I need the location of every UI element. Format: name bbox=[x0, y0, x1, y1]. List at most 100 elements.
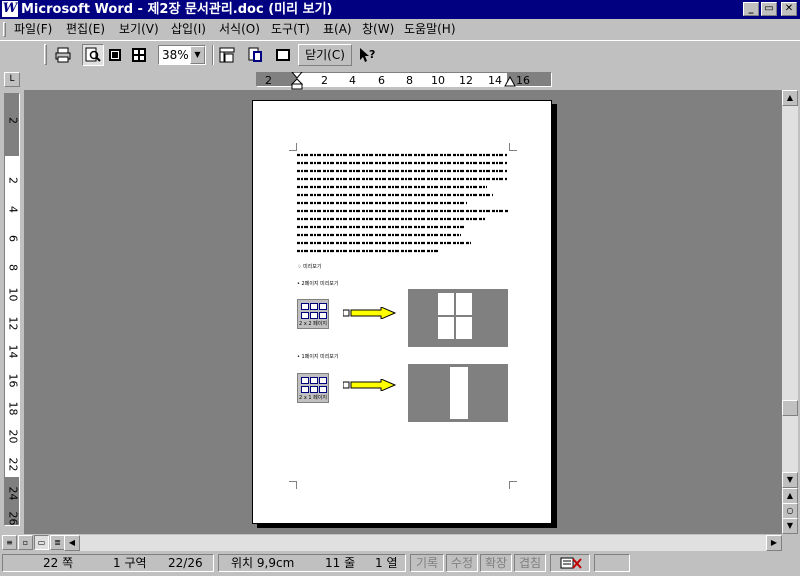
menu-view[interactable]: 보기(V) bbox=[119, 21, 159, 38]
vertical-ruler[interactable]: 2 2 4 6 8 10 12 14 16 18 20 22 24 26 bbox=[4, 93, 20, 526]
print-layout-icon[interactable]: ▭ bbox=[34, 535, 49, 550]
toolbar-grip[interactable] bbox=[44, 44, 47, 65]
menu-table[interactable]: 표(A) bbox=[323, 21, 352, 38]
ruler-tick: 14 bbox=[488, 74, 502, 87]
ruler-tick: 8 bbox=[406, 74, 413, 87]
status-line: 11 줄 bbox=[325, 556, 356, 570]
ruler-tick: 6 bbox=[378, 74, 385, 87]
status-page: 22 쪽 bbox=[43, 556, 74, 570]
web-layout-icon[interactable]: ▫ bbox=[18, 535, 33, 550]
status-empty-cell bbox=[594, 554, 630, 572]
body-text-lines bbox=[297, 153, 509, 253]
ruler-tick: 10 bbox=[6, 287, 20, 302]
ruler-tick: 6 bbox=[6, 235, 20, 242]
status-trk[interactable]: 수정 bbox=[446, 554, 478, 572]
ruler-tick: 24 bbox=[6, 486, 20, 501]
close-preview-button[interactable]: 닫기(C) bbox=[298, 44, 352, 66]
menu-help[interactable]: 도움말(H) bbox=[404, 21, 456, 38]
arrow-icon bbox=[343, 307, 397, 319]
one-page-icon[interactable] bbox=[104, 44, 126, 66]
subsection-label: • 1페이지 미리보기 bbox=[297, 354, 339, 360]
ruler-tick: 10 bbox=[431, 74, 445, 87]
menu-format[interactable]: 서식(O) bbox=[219, 21, 260, 38]
next-page-icon[interactable]: ▼ bbox=[782, 518, 798, 534]
menu-grip[interactable] bbox=[3, 22, 6, 37]
title-bar: W Microsoft Word - 제2장 문서관리.doc (미리 보기) … bbox=[0, 0, 800, 19]
status-page-of: 22/26 bbox=[168, 556, 203, 570]
word-icon[interactable]: W bbox=[2, 1, 18, 17]
subsection-label: • 2페이지 미리보기 bbox=[297, 281, 339, 287]
menu-edit[interactable]: 편집(E) bbox=[66, 21, 105, 38]
close-window-button[interactable]: ✕ bbox=[781, 2, 797, 16]
view-ruler-icon[interactable] bbox=[216, 44, 238, 66]
svg-text:?: ? bbox=[369, 48, 375, 61]
crop-mark bbox=[289, 143, 297, 151]
preview-example-two-page bbox=[408, 289, 508, 347]
vertical-scrollbar[interactable]: ▲ ▼ ▲ ○ ▼ bbox=[782, 90, 798, 534]
normal-view-icon[interactable]: ≡ bbox=[2, 535, 17, 550]
outline-view-icon[interactable]: ≣ bbox=[50, 535, 65, 550]
shrink-to-fit-icon[interactable] bbox=[244, 44, 266, 66]
ruler-tick: 14 bbox=[6, 344, 20, 359]
zoom-select[interactable]: 38% ▼ bbox=[158, 45, 206, 65]
minimize-button[interactable]: _ bbox=[743, 2, 759, 16]
horizontal-ruler[interactable]: 2 2 4 6 8 10 12 14 16 bbox=[256, 72, 552, 90]
ruler-tick: 2 bbox=[265, 74, 272, 87]
context-help-icon[interactable]: ? bbox=[356, 44, 378, 66]
multiple-pages-icon[interactable] bbox=[128, 44, 150, 66]
status-ovr[interactable]: 겹침 bbox=[514, 554, 546, 572]
status-position-info: 위치 9,9cm 11 줄 1 열 bbox=[218, 554, 406, 572]
ruler-tick: 4 bbox=[6, 206, 20, 213]
spelling-status-icon[interactable] bbox=[550, 554, 590, 572]
right-indent-marker-icon[interactable] bbox=[504, 76, 516, 88]
menu-file[interactable]: 파일(F) bbox=[14, 21, 52, 38]
arrow-icon bbox=[343, 379, 397, 391]
ruler-tick: 18 bbox=[6, 401, 20, 416]
preview-example-one-page bbox=[408, 364, 508, 422]
vertical-scroll-thumb[interactable] bbox=[782, 400, 798, 416]
scroll-up-icon[interactable]: ▲ bbox=[782, 90, 798, 106]
scroll-left-icon[interactable]: ◀ bbox=[64, 535, 80, 551]
status-bar: 22 쪽 1 구역 22/26 위치 9,9cm 11 줄 1 열 기록 수정 … bbox=[0, 552, 800, 576]
ruler-tick: 8 bbox=[6, 264, 20, 271]
ruler-tick: 20 bbox=[6, 429, 20, 444]
magnifier-icon[interactable] bbox=[82, 44, 104, 66]
crop-mark bbox=[509, 143, 517, 151]
thumb-caption: 2 x 2 페이지 bbox=[298, 321, 328, 328]
menu-window[interactable]: 창(W) bbox=[362, 21, 394, 38]
horizontal-scrollbar[interactable]: ◀ ▶ bbox=[64, 535, 782, 551]
full-screen-icon[interactable] bbox=[272, 44, 294, 66]
indent-marker-icon[interactable] bbox=[291, 72, 303, 90]
print-preview-toolbar: 38% ▼ 닫기(C) ? bbox=[0, 40, 800, 68]
status-position: 위치 9,9cm bbox=[231, 556, 295, 570]
status-section: 1 구역 bbox=[113, 556, 147, 570]
ruler-tick: 12 bbox=[6, 316, 20, 331]
scroll-right-icon[interactable]: ▶ bbox=[766, 535, 782, 551]
status-rec[interactable]: 기록 bbox=[410, 554, 444, 572]
ruler-tick: 2 bbox=[6, 177, 20, 184]
toolbar-separator bbox=[212, 45, 214, 65]
ruler-tick: 26 bbox=[6, 511, 20, 526]
scroll-down-icon[interactable]: ▼ bbox=[782, 472, 798, 488]
chevron-down-icon[interactable]: ▼ bbox=[190, 46, 205, 64]
status-ext[interactable]: 확장 bbox=[480, 554, 512, 572]
ruler-tick: 22 bbox=[6, 457, 20, 472]
zoom-value: 38% bbox=[162, 48, 189, 62]
ruler-tick: 2 bbox=[6, 117, 20, 124]
status-page-info: 22 쪽 1 구역 22/26 bbox=[2, 554, 214, 572]
ruler-tick: 16 bbox=[6, 373, 20, 388]
preview-workspace[interactable]: ♢ 미리보기 • 2페이지 미리보기 2 x 2 페이지 • 1페이지 미리보기… bbox=[24, 90, 782, 534]
ruler-tick: 4 bbox=[349, 74, 356, 87]
select-browse-object-icon[interactable]: ○ bbox=[782, 503, 798, 519]
document-page[interactable]: ♢ 미리보기 • 2페이지 미리보기 2 x 2 페이지 • 1페이지 미리보기… bbox=[252, 100, 552, 524]
section-heading: ♢ 미리보기 bbox=[297, 264, 322, 270]
menu-tools[interactable]: 도구(T) bbox=[271, 21, 310, 38]
multiple-pages-button-image: 2 x 1 페이지 bbox=[297, 373, 329, 403]
menu-insert[interactable]: 삽입(I) bbox=[171, 21, 206, 38]
horizontal-scroll-row: ≡ ▫ ▭ ≣ ◀ ▶ bbox=[0, 534, 800, 551]
tab-stop-icon[interactable]: L bbox=[4, 72, 20, 87]
horizontal-ruler-bar: L 2 2 4 6 8 10 12 14 16 bbox=[0, 69, 800, 90]
previous-page-icon[interactable]: ▲ bbox=[782, 488, 798, 504]
restore-button[interactable]: ▭ bbox=[761, 2, 777, 16]
print-icon[interactable] bbox=[52, 44, 74, 66]
